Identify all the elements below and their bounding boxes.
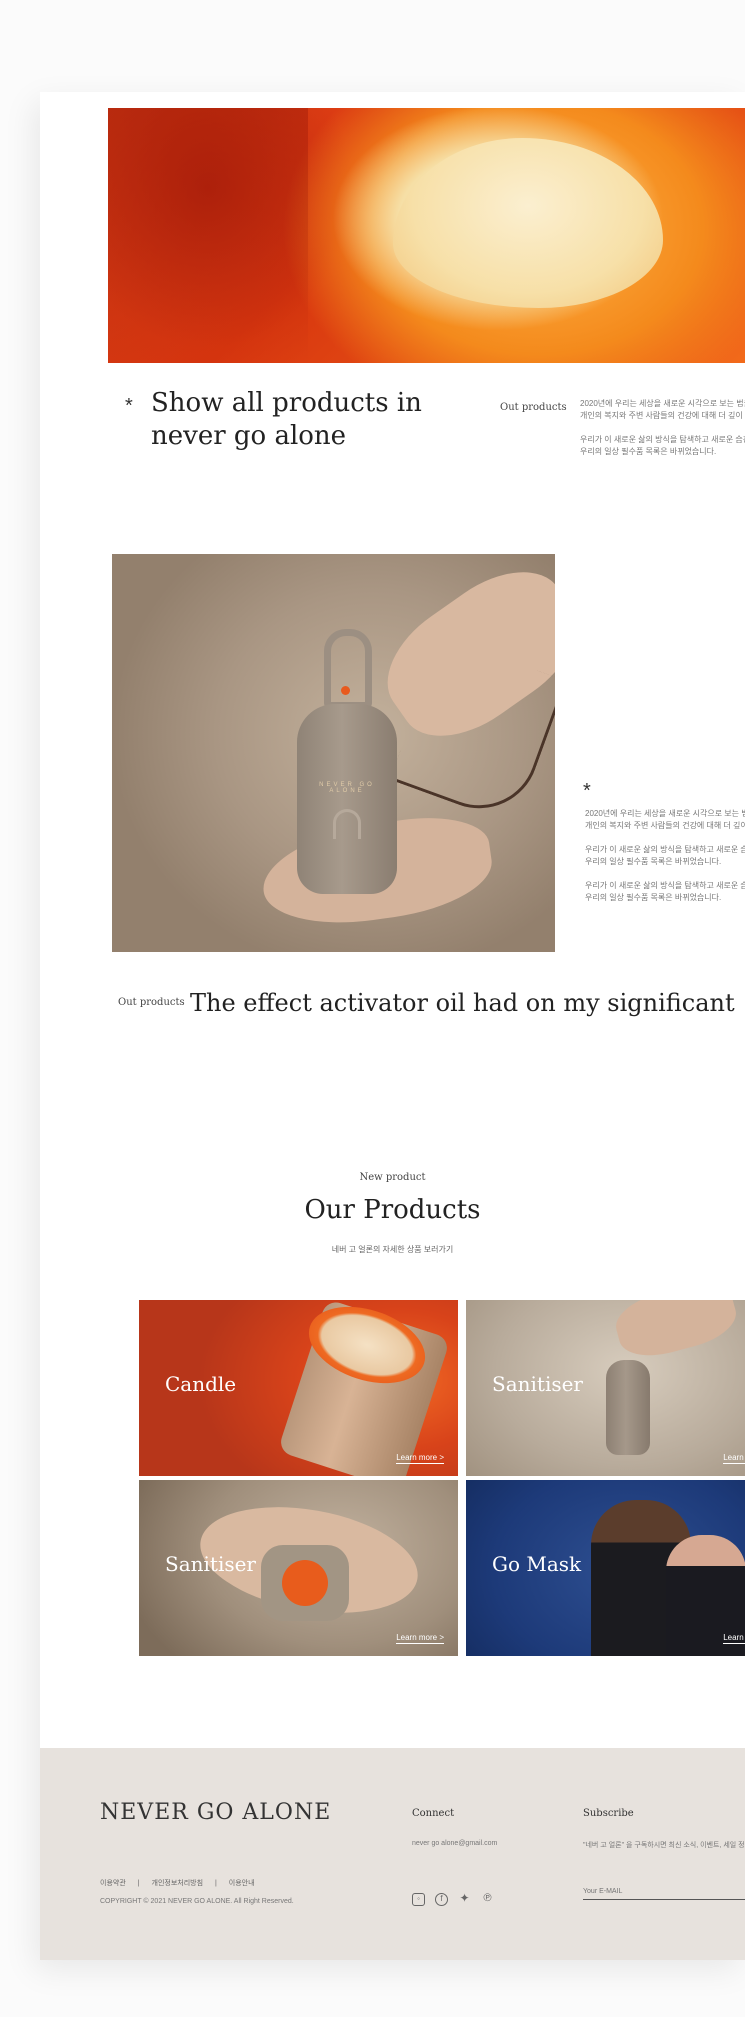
- page-card: * Show all products in never go alone Ou…: [40, 92, 745, 1960]
- bottle-brand-text: NEVER GO ALONE: [319, 782, 375, 794]
- new-product-label: New product: [359, 1172, 426, 1183]
- products-title: Our Products: [304, 1195, 481, 1225]
- products-subtitle: 네버 고 얼론의 자세한 상품 보러가기: [331, 1245, 454, 1254]
- feature-label: Out products: [118, 997, 185, 1008]
- hero-image: [108, 108, 745, 363]
- copyright: COPYRIGHT © 2021 NEVER GO ALONE. All Rig…: [100, 1898, 294, 1905]
- email-input[interactable]: [583, 1884, 745, 1900]
- learn-more-link[interactable]: Learn more >: [396, 1633, 444, 1644]
- learn-more-link[interactable]: Learn more >: [396, 1453, 444, 1464]
- product-name: Sanitiser: [165, 1552, 256, 1576]
- feature-paragraph-1: 2020년에 우리는 세상을 새로운 시각으로 보는 법 개인의 복지와 주변 …: [585, 809, 745, 830]
- footer: NEVER GO ALONE 이용약관 | 개인정보처리방침 | 이용안내 CO…: [40, 1748, 745, 1960]
- feature-headline: The effect activator oil had on my signi…: [190, 989, 735, 1017]
- intro-headline-line2: never go alone: [151, 421, 347, 451]
- contact-email[interactable]: never go alone@gmail.com: [412, 1840, 497, 1847]
- intro-paragraph-2: 우리가 이 새로운 삶의 방식을 탐색하고 새로운 습관 우리의 일상 필수품 …: [580, 435, 745, 456]
- product-card-sanitiser-pod[interactable]: Sanitiser Learn more >: [139, 1480, 458, 1656]
- social-icons: ◦ f ✦ ℗: [412, 1892, 494, 1906]
- feature-paragraph-3: 우리가 이 새로운 삶의 방식을 탐색하고 새로운 습 우리의 일상 필수품 목…: [585, 881, 745, 902]
- facebook-icon[interactable]: f: [435, 1893, 448, 1906]
- subscribe-heading: Subscribe: [583, 1808, 634, 1819]
- intro-label: Out products: [500, 402, 567, 413]
- product-name: Go Mask: [492, 1552, 582, 1576]
- intro-headline-line1: Show all products in: [151, 388, 422, 418]
- pinterest-icon[interactable]: ℗: [481, 1893, 494, 1906]
- product-card-candle[interactable]: Candle Learn more >: [139, 1300, 458, 1476]
- feature-paragraph-2: 우리가 이 새로운 삶의 방식을 탐색하고 새로운 습 우리의 일상 필수품 목…: [585, 845, 745, 866]
- footer-links: 이용약관 | 개인정보처리방침 | 이용안내: [100, 1880, 255, 1887]
- footer-brand: NEVER GO ALONE: [100, 1800, 332, 1825]
- connect-heading: Connect: [412, 1808, 455, 1819]
- asterisk-icon: *: [125, 395, 133, 417]
- instagram-icon[interactable]: ◦: [412, 1893, 425, 1906]
- product-name: Candle: [165, 1372, 237, 1396]
- subscribe-text: "네버 고 얼론" 을 구독하시면 최신 소식, 이벤트, 세일 정보: [583, 1842, 745, 1849]
- product-name: Sanitiser: [492, 1372, 583, 1396]
- learn-more-link[interactable]: Learn more >: [723, 1453, 745, 1464]
- terms-link[interactable]: 이용약관: [100, 1880, 126, 1887]
- learn-more-link[interactable]: Learn more >: [723, 1633, 745, 1644]
- intro-headline: Show all products in never go alone: [151, 387, 451, 453]
- twitter-icon[interactable]: ✦: [458, 1892, 471, 1906]
- intro-paragraph-1: 2020년에 우리는 세상을 새로운 시각으로 보는 법을 개인의 복지와 주변…: [580, 399, 745, 420]
- product-card-sanitiser[interactable]: Sanitiser Learn more >: [466, 1300, 745, 1476]
- asterisk-icon: *: [583, 780, 591, 802]
- product-card-go-mask[interactable]: Go Mask Learn more >: [466, 1480, 745, 1656]
- bottle-logo-icon: [333, 809, 361, 839]
- feature-product-photo: NEVER GO ALONE: [112, 554, 555, 952]
- privacy-link[interactable]: 개인정보처리방침: [152, 1880, 204, 1887]
- guide-link[interactable]: 이용안내: [229, 1880, 255, 1887]
